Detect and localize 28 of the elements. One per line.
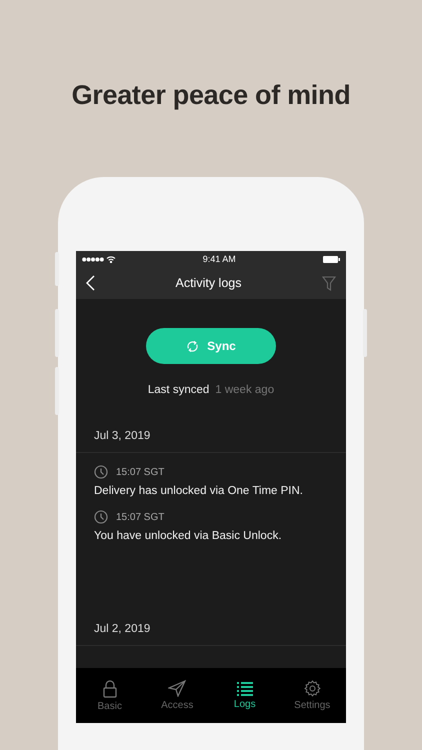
log-message: Delivery has unlocked via One Time PIN. — [94, 485, 304, 497]
date-header: Jul 2, 2019 — [76, 589, 346, 646]
sync-button[interactable]: Sync — [146, 328, 276, 364]
tab[interactable]: Basic — [76, 668, 144, 723]
date-header: Jul 3, 2019 — [76, 396, 346, 453]
lock-icon — [102, 680, 117, 698]
status-time: 9:41 AM — [202, 254, 236, 264]
settings-icon — [304, 680, 321, 697]
last-synced-label: Last synced — [148, 384, 210, 396]
signal-icon — [82, 256, 104, 262]
headline: Greater peace of mind — [70, 79, 352, 111]
log-message: You have unlocked via Basic Unlock. — [94, 530, 283, 542]
clock-icon — [94, 465, 108, 479]
filter-icon[interactable] — [322, 276, 336, 290]
tab[interactable]: Logs — [211, 668, 278, 723]
clock-icon — [94, 510, 108, 524]
log-time: 15:07 SGT — [116, 466, 164, 478]
tab[interactable]: Access — [144, 668, 211, 723]
list-icon — [236, 682, 253, 696]
back-icon[interactable] — [86, 275, 95, 291]
tab[interactable]: Settings — [278, 668, 346, 723]
wifi-icon — [106, 256, 116, 262]
screen-title: Activity logs — [176, 276, 242, 290]
last-synced-value: 1 week ago — [215, 384, 274, 396]
log-time: 15:07 SGT — [116, 512, 164, 522]
battery-icon — [323, 256, 340, 262]
send-icon — [168, 680, 186, 697]
sync-icon — [186, 340, 200, 352]
